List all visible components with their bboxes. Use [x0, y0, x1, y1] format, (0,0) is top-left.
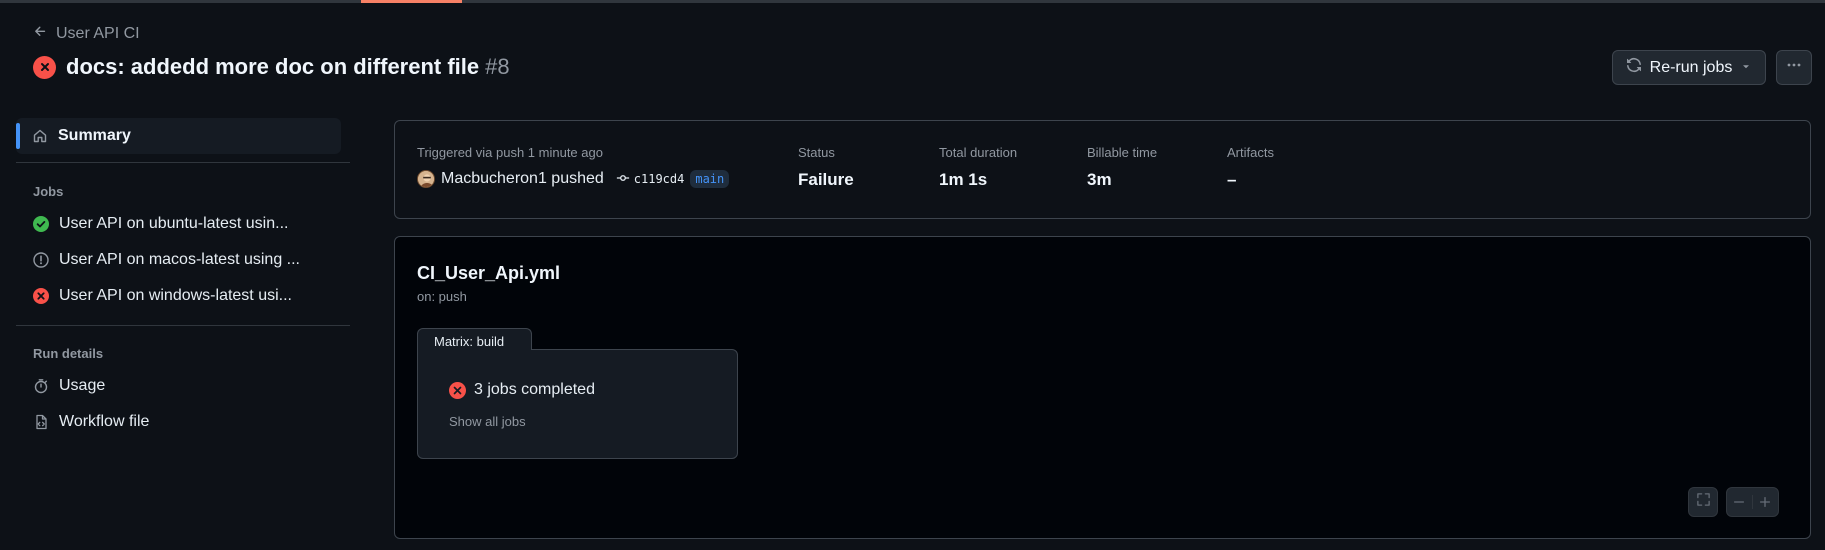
- commit-sha: c119cd4: [633, 172, 685, 186]
- branch-badge[interactable]: main: [690, 170, 730, 188]
- home-icon: [32, 128, 48, 144]
- file-code-icon: [33, 414, 49, 430]
- workflow-trigger: on: push: [417, 289, 467, 304]
- duration-column: Total duration 1m 1s: [939, 145, 1017, 190]
- kebab-horizontal-icon: [1786, 57, 1802, 78]
- status-value: Failure: [798, 170, 854, 189]
- jobs-heading: Jobs: [33, 184, 64, 199]
- run-details-heading: Run details: [33, 346, 104, 361]
- rerun-jobs-button[interactable]: Re-run jobs: [1612, 50, 1766, 85]
- zoom-controls: [1726, 487, 1779, 517]
- fullscreen-button[interactable]: [1688, 487, 1718, 517]
- actor-link[interactable]: Macbucheron1 pushed: [441, 170, 604, 188]
- job-label: User API on ubuntu-latest usin...: [59, 215, 289, 232]
- back-link-label: User API CI: [56, 25, 140, 42]
- artifacts-column: Artifacts –: [1227, 145, 1274, 190]
- sidebar-item-workflow-file[interactable]: Workflow file: [33, 408, 333, 436]
- arrow-left-icon: [33, 24, 48, 44]
- status-column: Status Failure: [798, 145, 854, 190]
- sidebar-job-macos[interactable]: User API on macos-latest using ...: [33, 246, 333, 274]
- run-title: docs: addedd more doc on different file #…: [33, 54, 510, 80]
- divider: [16, 162, 350, 163]
- stopwatch-icon: [33, 378, 49, 394]
- workflow-file-label: Workflow file: [59, 413, 150, 430]
- sidebar-item-usage[interactable]: Usage: [33, 372, 333, 400]
- active-indicator: [16, 123, 20, 149]
- more-actions-button[interactable]: [1776, 50, 1812, 85]
- dash-icon: [1734, 501, 1745, 503]
- git-commit-icon: [616, 171, 630, 188]
- top-border: [0, 0, 1825, 3]
- sync-icon: [1626, 57, 1642, 78]
- trigger-details: Macbucheron1 pushed c119cd4 main: [417, 170, 730, 188]
- duration-value: 1m 1s: [939, 170, 988, 189]
- jobs-completed-label: 3 jobs completed: [474, 381, 595, 398]
- matrix-job-group[interactable]: 3 jobs completed Show all jobs: [417, 349, 738, 459]
- commit-link[interactable]: c119cd4: [616, 171, 685, 188]
- x-circle-fill-icon: [449, 381, 466, 399]
- sidebar-job-ubuntu[interactable]: User API on ubuntu-latest usin...: [33, 210, 333, 238]
- run-title-label: docs: addedd more doc on different file: [66, 54, 480, 79]
- zoom-out-button[interactable]: [1727, 495, 1753, 509]
- x-circle-fill-icon: [33, 55, 56, 79]
- triangle-down-icon: [1740, 59, 1752, 77]
- matrix-tab-join: [418, 348, 531, 351]
- screen-full-icon: [1696, 492, 1711, 512]
- workflow-graph: CI_User_Api.yml on: push Matrix: build 3…: [394, 236, 1811, 539]
- sidebar-job-windows[interactable]: User API on windows-latest usi...: [33, 282, 333, 310]
- sidebar-item-summary[interactable]: Summary: [16, 118, 341, 154]
- duration-label: Total duration: [939, 145, 1018, 160]
- active-tab-indicator: [361, 0, 462, 3]
- divider: [16, 325, 350, 326]
- zoom-in-button[interactable]: [1753, 495, 1778, 509]
- trigger-info: Triggered via push 1 minute ago Macbuche…: [417, 145, 730, 188]
- run-title-text: docs: addedd more doc on different file #…: [66, 54, 510, 80]
- jobs-completed[interactable]: 3 jobs completed: [449, 381, 595, 399]
- avatar[interactable]: [417, 170, 435, 188]
- alert-circle-icon: [33, 252, 49, 268]
- billable-column: Billable time 3m: [1087, 145, 1157, 190]
- artifacts-value: –: [1227, 170, 1237, 189]
- x-circle-fill-icon: [33, 288, 49, 304]
- run-number: #8: [485, 54, 510, 79]
- job-label: User API on windows-latest usi...: [59, 287, 292, 304]
- show-all-jobs-link[interactable]: Show all jobs: [449, 414, 526, 429]
- workflow-file-name: CI_User_Api.yml: [417, 263, 561, 283]
- check-circle-fill-icon: [33, 216, 49, 232]
- rerun-jobs-label: Re-run jobs: [1649, 58, 1733, 76]
- sidebar-item-label: Summary: [58, 127, 131, 144]
- billable-value[interactable]: 3m: [1087, 170, 1157, 190]
- billable-label: Billable time: [1087, 145, 1158, 160]
- plus-icon: [1760, 496, 1771, 508]
- run-summary-card: Triggered via push 1 minute ago Macbuche…: [394, 120, 1811, 219]
- usage-label: Usage: [59, 377, 106, 394]
- status-label: Status: [798, 145, 835, 160]
- trigger-text: Triggered via push 1 minute ago: [417, 145, 603, 160]
- job-label: User API on macos-latest using ...: [59, 251, 300, 268]
- artifacts-label: Artifacts: [1227, 145, 1274, 160]
- back-to-workflow-link[interactable]: User API CI: [33, 24, 140, 44]
